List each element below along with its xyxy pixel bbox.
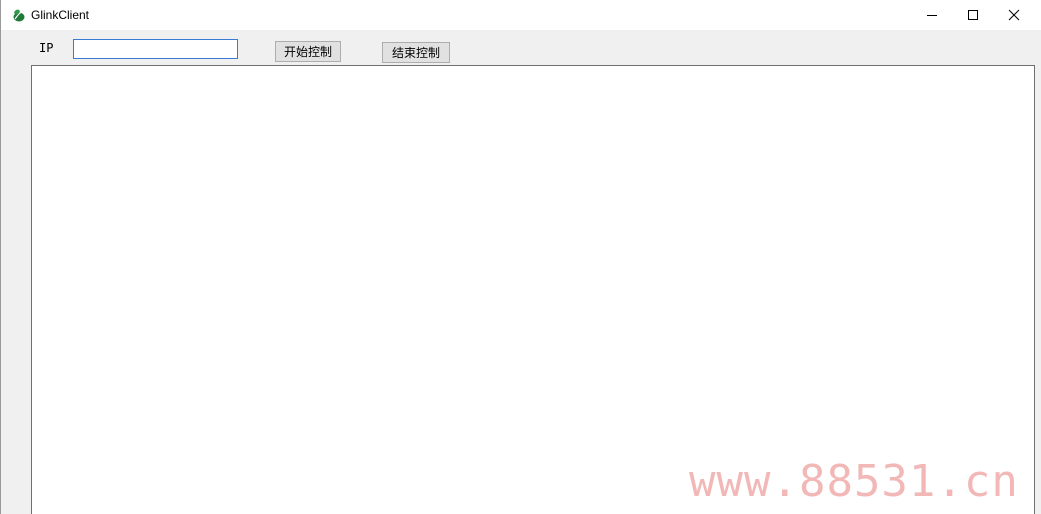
- close-button[interactable]: [991, 0, 1037, 30]
- close-icon: [1008, 9, 1020, 21]
- minimize-button[interactable]: [909, 0, 955, 30]
- minimize-icon: [927, 15, 937, 16]
- ip-label: IP: [39, 41, 54, 55]
- remote-display-panel[interactable]: [31, 65, 1035, 514]
- watermark-text: www.88531.cn: [689, 456, 1019, 507]
- ip-input[interactable]: [73, 39, 238, 59]
- leaf-app-icon: [11, 7, 27, 23]
- window-title: GlinkClient: [31, 8, 90, 22]
- stop-control-button[interactable]: 结束控制: [382, 42, 450, 63]
- start-control-button[interactable]: 开始控制: [275, 41, 341, 62]
- title-bar[interactable]: GlinkClient: [1, 0, 1041, 30]
- maximize-icon: [968, 10, 978, 20]
- app-window: GlinkClient IP 开始控制 结束控制 www.88531.cn: [0, 0, 1041, 514]
- maximize-button[interactable]: [950, 0, 996, 30]
